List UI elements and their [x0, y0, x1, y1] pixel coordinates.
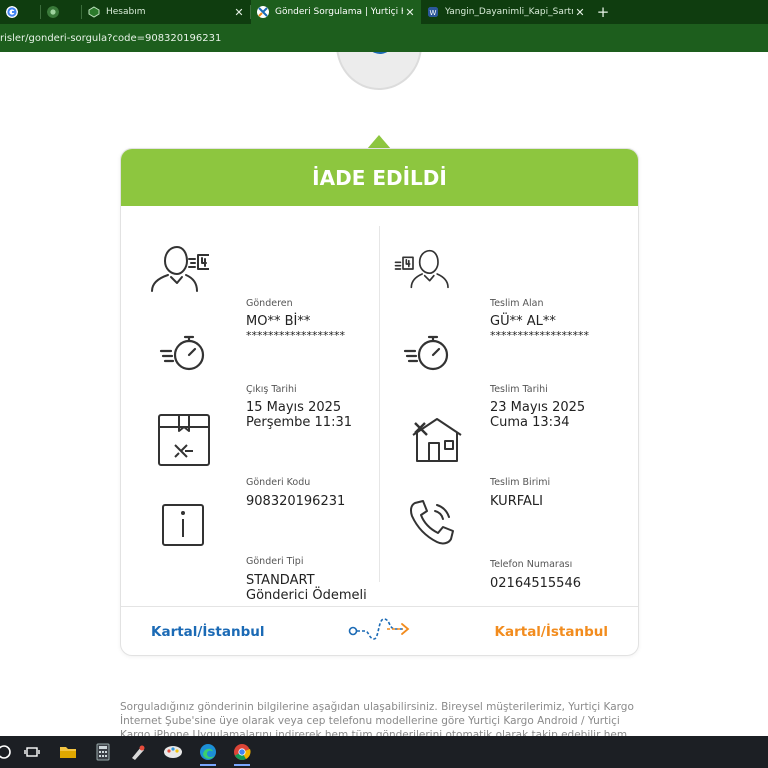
delivery-time: Cuma 13:34: [490, 415, 570, 430]
departure-date: 15 Mayıs 2025: [246, 400, 342, 415]
stopwatch-icon: [403, 335, 449, 371]
shipment-type-sub: Gönderici Ödemeli: [246, 588, 367, 603]
sender-person-icon: [151, 246, 209, 292]
status-title: İADE EDİLDİ: [312, 165, 447, 190]
delivery-unit-label: Teslim Birimi: [490, 477, 551, 488]
new-tab-button[interactable]: +: [591, 0, 615, 24]
route-path-icon: [348, 618, 410, 640]
sender-masked: ******************: [246, 329, 345, 342]
departure-label: Çıkış Tarihi: [246, 384, 297, 395]
tab-title: Gönderi Sorgulama | Yurtiçi Kargo: [275, 7, 403, 17]
tab-title: Yangin_Dayanimli_Kapi_Sartname: [445, 7, 573, 17]
url-text[interactable]: risler/gonderi-sorgula?code=908320196231: [0, 33, 221, 44]
tab-hesabim[interactable]: Hesabım ✕: [82, 0, 250, 24]
globe-icon: [366, 52, 394, 54]
task-view-icon[interactable]: [20, 740, 44, 764]
info-footnote: Sorguladığınız gönderinin bilgilerine aş…: [120, 701, 634, 736]
column-divider: [379, 226, 380, 582]
word-icon: W: [428, 7, 438, 17]
shipment-code-value: 908320196231: [246, 494, 346, 509]
calculator-icon[interactable]: [91, 740, 115, 764]
google-icon: [6, 6, 18, 18]
file-explorer-icon[interactable]: [56, 740, 80, 764]
tab-gonderi-sorgulama[interactable]: Gönderi Sorgulama | Yurtiçi Kargo ✕: [251, 0, 421, 24]
shipment-type-value: STANDART: [246, 573, 315, 588]
phone-value: 02164515546: [490, 576, 581, 591]
tab-google[interactable]: [0, 0, 40, 24]
shipment-code-label: Gönderi Kodu: [246, 477, 311, 488]
yurtici-logo-icon: [257, 6, 269, 18]
route-divider: [121, 606, 638, 607]
yurtici-icon: [88, 6, 100, 18]
tab-yangin-sartname[interactable]: W Yangin_Dayanimli_Kapi_Sartname ✕: [421, 0, 591, 24]
close-icon[interactable]: ✕: [403, 6, 417, 19]
receiver-person-icon: [394, 249, 449, 289]
windows-taskbar: [0, 736, 768, 768]
chrome-icon: [47, 6, 59, 18]
paint-icon[interactable]: [126, 740, 150, 764]
info-box-icon: [162, 504, 204, 546]
receiver-masked: ******************: [490, 329, 589, 342]
route-destination: Kartal/İstanbul: [494, 624, 608, 640]
delivery-date: 23 Mayıs 2025: [490, 400, 586, 415]
phone-label: Telefon Numarası: [490, 559, 573, 570]
sender-name: MO** Bİ**: [246, 314, 311, 329]
status-illustration: [336, 52, 422, 90]
edge-icon[interactable]: [196, 740, 220, 766]
start-icon[interactable]: [0, 740, 16, 764]
shipment-type-label: Gönderi Tipi: [246, 556, 304, 567]
status-header: İADE EDİLDİ: [121, 149, 638, 206]
receiver-name: GÜ** AL**: [490, 314, 556, 329]
shipment-card: İADE EDİLDİ Gönderen MO** Bİ** *********…: [120, 148, 639, 656]
sender-label: Gönderen: [246, 298, 293, 309]
delivery-label: Teslim Tarihi: [490, 384, 548, 395]
stopwatch-icon: [159, 335, 205, 371]
close-icon[interactable]: ✕: [573, 6, 587, 19]
svg-text:W: W: [430, 9, 437, 17]
tab-title: Hesabım: [106, 7, 146, 17]
address-bar[interactable]: risler/gonderi-sorgula?code=908320196231: [0, 24, 768, 52]
departure-time: Perşembe 11:31: [246, 415, 352, 430]
receiver-label: Teslim Alan: [490, 298, 544, 309]
package-box-icon: [158, 414, 210, 466]
branch-house-icon: [412, 418, 462, 462]
card-notch: [367, 135, 391, 149]
chrome-icon[interactable]: [230, 740, 254, 766]
page-content: İADE EDİLDİ Gönderen MO** Bİ** *********…: [0, 52, 768, 736]
browser-tab-strip: Hesabım ✕ Gönderi Sorgulama | Yurtiçi Ka…: [0, 0, 768, 24]
route-origin: Kartal/İstanbul: [151, 624, 265, 640]
delivery-unit-value: KURFALI: [490, 494, 543, 509]
tab-chrome[interactable]: [41, 0, 81, 24]
snipping-tool-icon[interactable]: [161, 740, 185, 764]
phone-icon: [410, 500, 454, 545]
close-icon[interactable]: ✕: [232, 6, 246, 19]
